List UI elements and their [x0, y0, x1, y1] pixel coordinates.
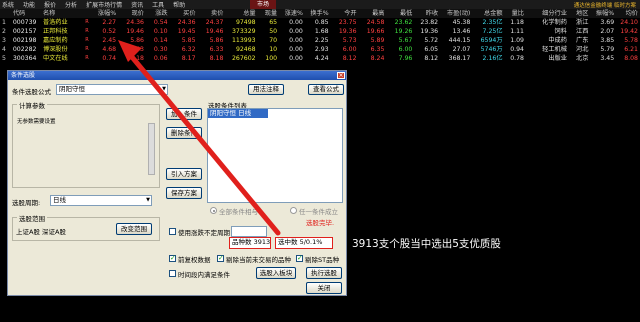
arrow-annotation-icon — [118, 40, 281, 236]
caption-text: 3913支个股当中选出5支优质股 — [352, 238, 501, 250]
